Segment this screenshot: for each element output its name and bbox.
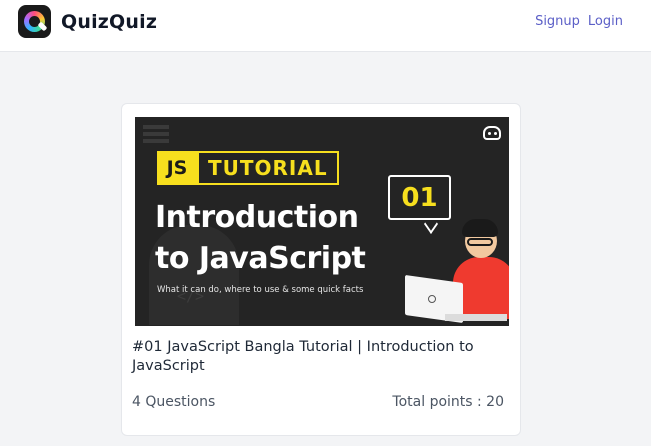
- quizquiz-logo-icon: [18, 5, 51, 38]
- js-badge-label: JS: [157, 151, 197, 185]
- login-link[interactable]: Login: [588, 14, 623, 29]
- thumbnail-title: Introduction to JavaScript: [155, 197, 366, 279]
- quiz-meta: 4 Questions Total points : 20: [132, 394, 504, 410]
- laptop-logo-icon: [428, 295, 436, 303]
- thumbnail-title-line2: to JavaScript: [155, 241, 366, 276]
- brand-name: QuizQuiz: [61, 10, 158, 33]
- laptop-base: [445, 314, 507, 321]
- quiz-title[interactable]: #01 JavaScript Bangla Tutorial | Introdu…: [132, 338, 512, 376]
- top-navbar: QuizQuiz Signup Login: [0, 0, 651, 52]
- quiz-card[interactable]: </> JS TUTORIAL Introduction to JavaScri…: [121, 103, 521, 436]
- js-tutorial-badge: JS TUTORIAL: [157, 151, 339, 185]
- auth-nav: Signup Login: [535, 14, 623, 29]
- episode-number-bubble: 01: [388, 175, 451, 220]
- total-points: Total points : 20: [392, 394, 504, 410]
- tutorial-badge-label: TUTORIAL: [197, 151, 339, 185]
- thumbnail-subtitle: What it can do, where to use & some quic…: [157, 285, 364, 295]
- quiz-thumbnail[interactable]: </> JS TUTORIAL Introduction to JavaScri…: [135, 117, 509, 326]
- signup-link[interactable]: Signup: [535, 14, 580, 29]
- code-lines-decoration: [143, 125, 169, 129]
- person-hair: [462, 219, 498, 237]
- question-count: 4 Questions: [132, 394, 216, 410]
- glasses-icon: [467, 238, 493, 246]
- brand-home-link[interactable]: QuizQuiz: [18, 5, 157, 38]
- thumbnail-title-line1: Introduction: [155, 200, 359, 235]
- channel-logo-icon: [483, 126, 501, 140]
